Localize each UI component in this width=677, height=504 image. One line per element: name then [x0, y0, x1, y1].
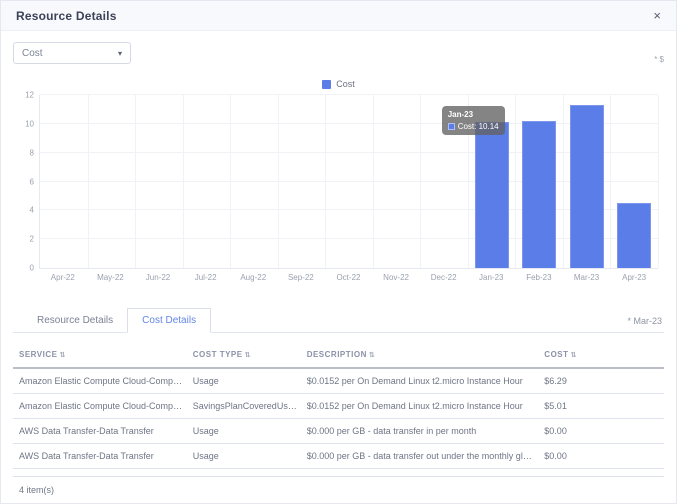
modal-content: Cost ▾ * $ Cost Jan-23 Cost: 10.14 02468…	[1, 31, 676, 503]
h-gridline	[40, 209, 658, 210]
tooltip-row: Cost: 10.14	[448, 122, 499, 131]
column-header-cost-type[interactable]: COST TYPE⇅	[189, 345, 303, 368]
v-gridline	[88, 95, 89, 268]
modal-title: Resource Details	[16, 9, 117, 23]
cost-bar-chart: Jan-23 Cost: 10.14 024681012 Apr-22May-2…	[39, 95, 658, 282]
tooltip-swatch	[448, 123, 455, 130]
v-gridline	[230, 95, 231, 268]
chart-plot: Jan-23 Cost: 10.14 024681012	[39, 95, 658, 269]
table-cell: $0.00	[540, 444, 664, 469]
bar-Jan-23[interactable]	[475, 122, 509, 268]
v-gridline	[278, 95, 279, 268]
table-cell: Amazon Elastic Compute Cloud-Compute Ins…	[13, 368, 189, 394]
table-row: Amazon Elastic Compute Cloud-Compute Ins…	[13, 368, 664, 394]
bar-Mar-23[interactable]	[570, 105, 604, 268]
y-axis-tick: 12	[14, 91, 34, 100]
v-gridline	[373, 95, 374, 268]
x-axis-label: Aug-22	[229, 273, 277, 282]
h-gridline	[40, 152, 658, 153]
v-gridline	[325, 95, 326, 268]
table-cell: Amazon Elastic Compute Cloud-Compute Ins…	[13, 394, 189, 419]
table-cell: AWS Data Transfer-Data Transfer	[13, 419, 189, 444]
table-cell: $0.0152 per On Demand Linux t2.micro Ins…	[303, 394, 541, 419]
v-gridline	[515, 95, 516, 268]
metric-select-value: Cost	[22, 48, 43, 59]
table-header-row: SERVICE⇅ COST TYPE⇅ DESCRIPTION⇅ COST⇅	[13, 345, 664, 368]
v-gridline	[183, 95, 184, 268]
sort-icon[interactable]: ⇅	[245, 352, 251, 359]
table-cell: $0.000 per GB - data transfer out under …	[303, 444, 541, 469]
table-cell: SavingsPlanCoveredUsage	[189, 394, 303, 419]
x-axis-label: Nov-22	[372, 273, 420, 282]
column-header-service[interactable]: SERVICE⇅	[13, 345, 189, 368]
chart-legend[interactable]: Cost	[13, 79, 664, 89]
table-cell: Usage	[189, 419, 303, 444]
table-cell: Usage	[189, 368, 303, 394]
tabs-bar: Resource Details Cost Details * Mar-23	[13, 308, 664, 333]
column-header-cost[interactable]: COST⇅	[540, 345, 664, 368]
x-axis-label: Jul-22	[182, 273, 230, 282]
chevron-down-icon: ▾	[118, 49, 122, 58]
x-axis-label: Apr-22	[39, 273, 87, 282]
table-body: Amazon Elastic Compute Cloud-Compute Ins…	[13, 368, 664, 469]
metric-select[interactable]: Cost ▾	[13, 42, 131, 64]
y-axis-tick: 8	[14, 148, 34, 157]
x-axis-label: Mar-23	[563, 273, 611, 282]
tab-cost-details[interactable]: Cost Details	[127, 308, 211, 333]
legend-label: Cost	[336, 79, 355, 89]
currency-note: * $	[654, 55, 664, 64]
x-axis-label: Sep-22	[277, 273, 325, 282]
table-cell: $0.000 per GB - data transfer in per mon…	[303, 419, 541, 444]
legend-swatch	[322, 80, 331, 89]
v-gridline	[610, 95, 611, 268]
table-cell: Usage	[189, 444, 303, 469]
y-axis-tick: 4	[14, 206, 34, 215]
v-gridline	[420, 95, 421, 268]
x-axis-label: Oct-22	[325, 273, 373, 282]
bar-Feb-23[interactable]	[522, 121, 556, 268]
h-gridline	[40, 94, 658, 95]
x-axis-label: Feb-23	[515, 273, 563, 282]
period-note: * Mar-23	[627, 316, 662, 332]
table-footer: 4 item(s)	[13, 476, 664, 503]
x-axis-label: May-22	[87, 273, 135, 282]
tooltip-title: Jan-23	[448, 110, 499, 119]
resource-details-modal: Resource Details × Cost ▾ * $ Cost Jan-2…	[0, 0, 677, 504]
table-row: Amazon Elastic Compute Cloud-Compute Ins…	[13, 394, 664, 419]
sort-icon[interactable]: ⇅	[59, 352, 65, 359]
tooltip-label: Cost: 10.14	[458, 122, 499, 131]
y-axis-tick: 6	[14, 177, 34, 186]
y-axis-tick: 2	[14, 235, 34, 244]
h-gridline	[40, 123, 658, 124]
bar-Apr-23[interactable]	[617, 203, 651, 268]
table-cell: $0.0152 per On Demand Linux t2.micro Ins…	[303, 368, 541, 394]
x-axis-labels: Apr-22May-22Jun-22Jul-22Aug-22Sep-22Oct-…	[39, 273, 658, 282]
toolbar: Cost ▾ * $	[13, 42, 664, 64]
v-gridline	[135, 95, 136, 268]
column-header-description[interactable]: DESCRIPTION⇅	[303, 345, 541, 368]
cost-details-table: SERVICE⇅ COST TYPE⇅ DESCRIPTION⇅ COST⇅ A…	[13, 345, 664, 469]
sort-icon[interactable]: ⇅	[369, 352, 375, 359]
y-axis-tick: 0	[14, 264, 34, 273]
table-cell: $0.00	[540, 419, 664, 444]
close-icon[interactable]: ×	[653, 9, 661, 22]
table-cell: AWS Data Transfer-Data Transfer	[13, 444, 189, 469]
v-gridline	[658, 95, 659, 268]
h-gridline	[40, 181, 658, 182]
table-row: AWS Data Transfer-Data TransferUsage$0.0…	[13, 419, 664, 444]
x-axis-label: Jan-23	[467, 273, 515, 282]
table-row: AWS Data Transfer-Data TransferUsage$0.0…	[13, 444, 664, 469]
x-axis-label: Jun-22	[134, 273, 182, 282]
tab-resource-details[interactable]: Resource Details	[23, 309, 127, 332]
chart-tooltip: Jan-23 Cost: 10.14	[442, 106, 505, 135]
x-axis-label: Dec-22	[420, 273, 468, 282]
x-axis-label: Apr-23	[610, 273, 658, 282]
y-axis-tick: 10	[14, 119, 34, 128]
v-gridline	[563, 95, 564, 268]
table-cell: $6.29	[540, 368, 664, 394]
modal-header: Resource Details ×	[1, 1, 676, 31]
sort-icon[interactable]: ⇅	[571, 352, 577, 359]
table-cell: $5.01	[540, 394, 664, 419]
h-gridline	[40, 238, 658, 239]
